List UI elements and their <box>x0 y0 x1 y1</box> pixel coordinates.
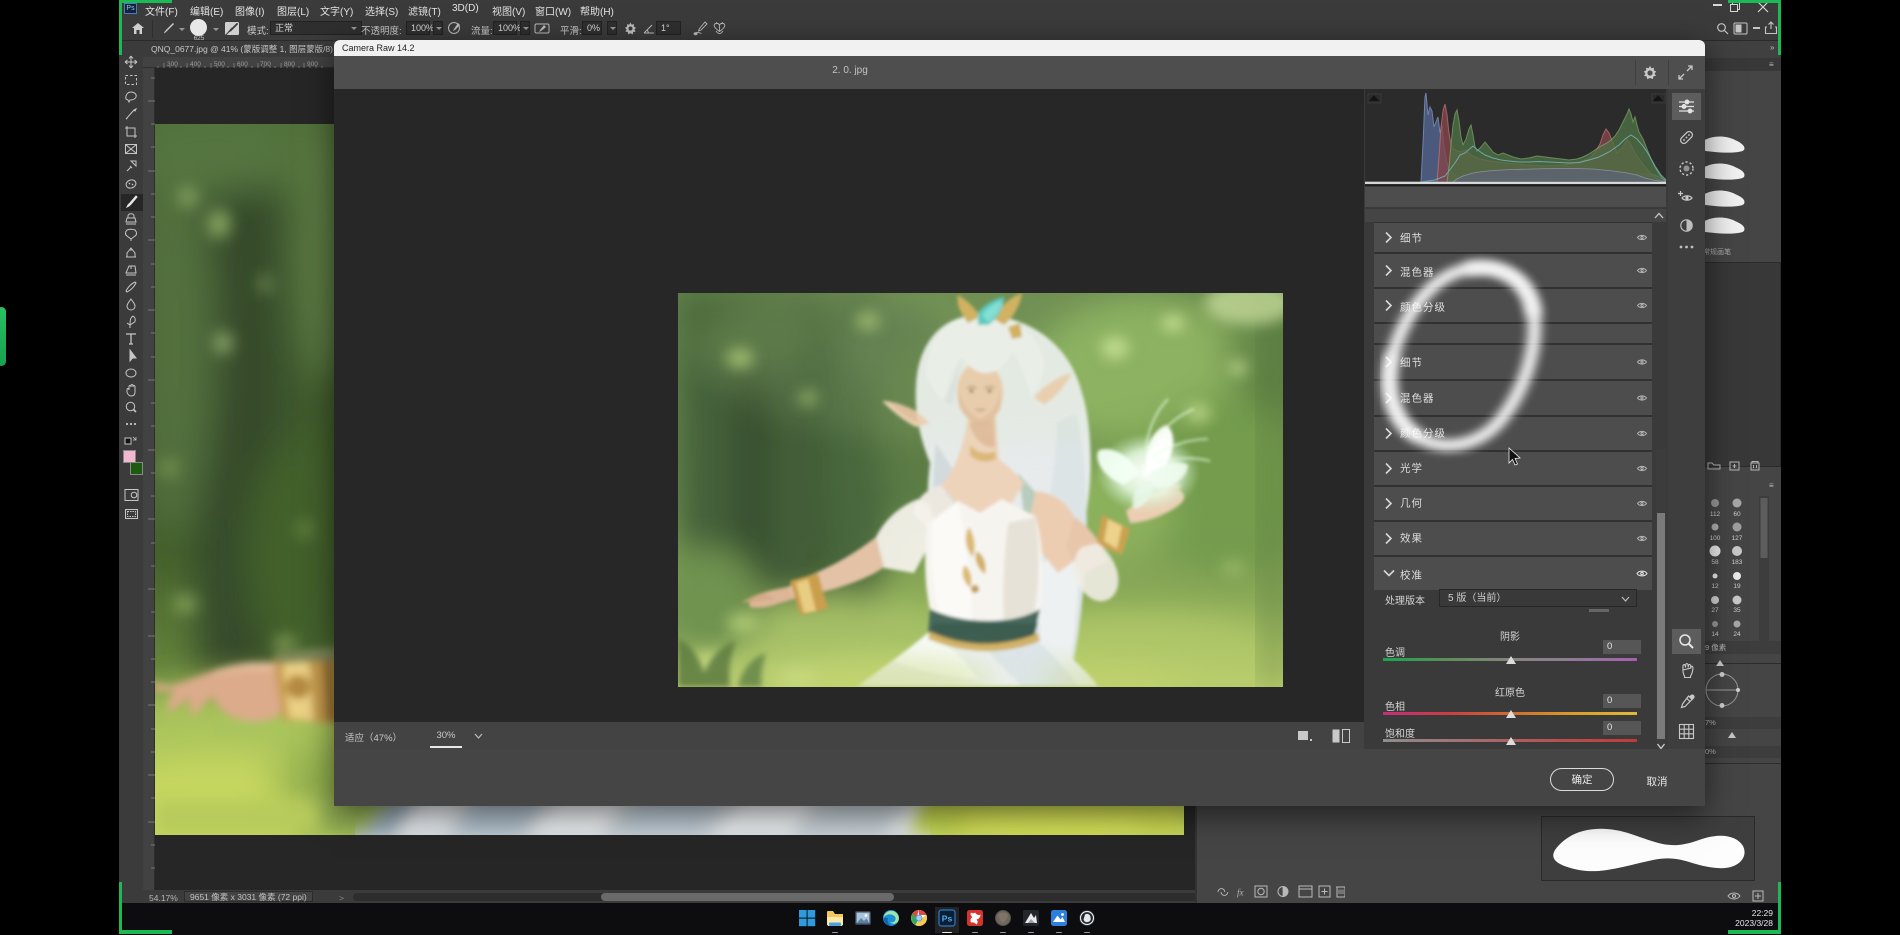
svg-text:颜色分级: 颜色分级 <box>1400 427 1446 440</box>
svg-text:600: 600 <box>237 61 248 68</box>
svg-text:900: 900 <box>307 61 318 68</box>
svg-text:60: 60 <box>1733 511 1741 518</box>
svg-text:细节: 细节 <box>1400 356 1423 369</box>
svg-text:混色器: 混色器 <box>1400 266 1435 279</box>
svg-text:100: 100 <box>1710 535 1721 542</box>
svg-text:细节: 细节 <box>1400 232 1423 245</box>
svg-text:127: 127 <box>1732 535 1743 542</box>
svg-text:400: 400 <box>190 61 201 68</box>
svg-text:12: 12 <box>1711 583 1719 590</box>
svg-text:光学: 光学 <box>1400 462 1423 475</box>
svg-text:27: 27 <box>1711 607 1719 614</box>
svg-text:35: 35 <box>1733 607 1741 614</box>
svg-text:效果: 效果 <box>1400 532 1423 545</box>
svg-text:700: 700 <box>260 61 271 68</box>
svg-text:混色器: 混色器 <box>1400 392 1435 405</box>
svg-text:14: 14 <box>1711 631 1719 638</box>
svg-text:500: 500 <box>214 61 225 68</box>
svg-text:颜色分级: 颜色分级 <box>1400 301 1446 314</box>
svg-text:183: 183 <box>1732 559 1743 566</box>
svg-text:24: 24 <box>1733 631 1741 638</box>
svg-text:Ps: Ps <box>942 914 953 924</box>
svg-text:300: 300 <box>167 61 178 68</box>
svg-text:19: 19 <box>1733 583 1741 590</box>
svg-text:112: 112 <box>1710 511 1721 518</box>
svg-text:校准: 校准 <box>1400 569 1423 582</box>
svg-text:fx: fx <box>1237 888 1244 898</box>
svg-text:800: 800 <box>284 61 295 68</box>
svg-text:58: 58 <box>1711 559 1719 566</box>
svg-text:几何: 几何 <box>1400 497 1423 510</box>
